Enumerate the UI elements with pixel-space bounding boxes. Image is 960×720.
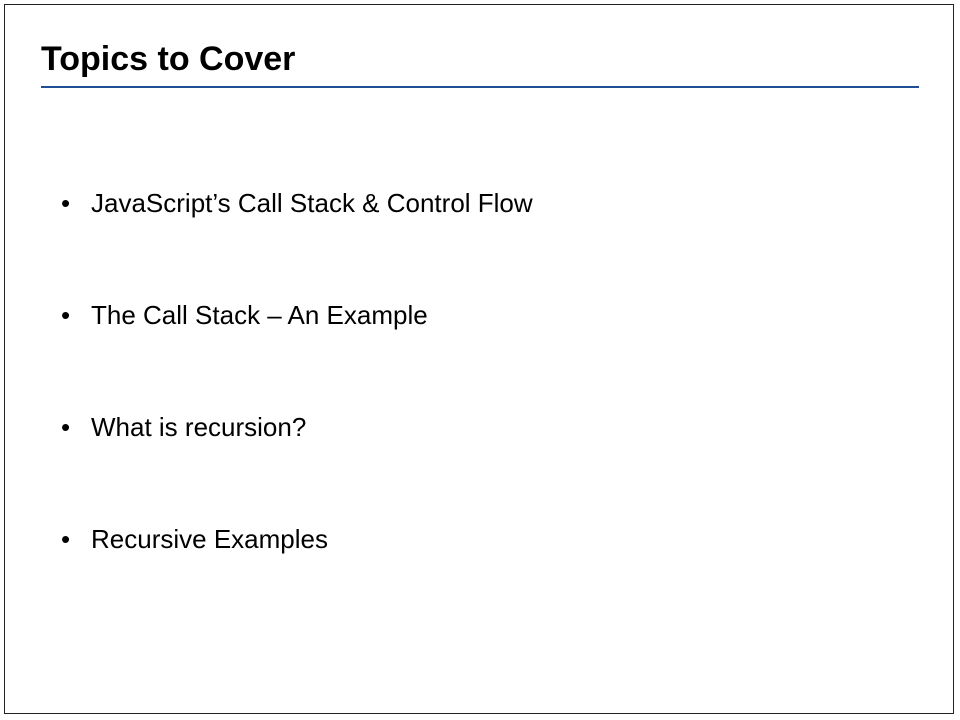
- bullet-icon: •: [61, 300, 71, 330]
- bullet-icon: •: [61, 524, 71, 554]
- bullet-text: Recursive Examples: [91, 524, 328, 554]
- slide-title: Topics to Cover: [41, 40, 296, 78]
- bullet-text: What is recursion?: [91, 412, 307, 442]
- bullet-text: JavaScript’s Call Stack & Control Flow: [91, 188, 533, 218]
- bullet-icon: •: [61, 412, 71, 442]
- title-underline: [41, 86, 919, 88]
- bullet-icon: •: [61, 188, 71, 218]
- bullet-text: The Call Stack – An Example: [91, 300, 428, 330]
- slide: Topics to Cover • JavaScript’s Call Stac…: [4, 4, 954, 714]
